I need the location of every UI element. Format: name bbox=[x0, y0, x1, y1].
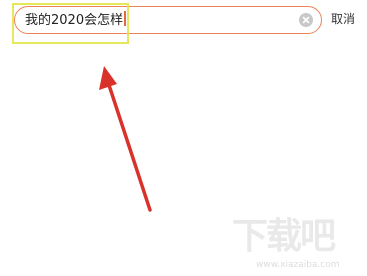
watermark-logo-text: 下载吧 bbox=[232, 216, 336, 257]
watermark-logo: 下载吧 www.xiazaiba.com bbox=[232, 214, 362, 274]
watermark-url: www.xiazaiba.com bbox=[256, 260, 340, 270]
search-screen: 我的2020会怎样 取消 下载吧 www.xiazaiba.com bbox=[0, 0, 367, 276]
